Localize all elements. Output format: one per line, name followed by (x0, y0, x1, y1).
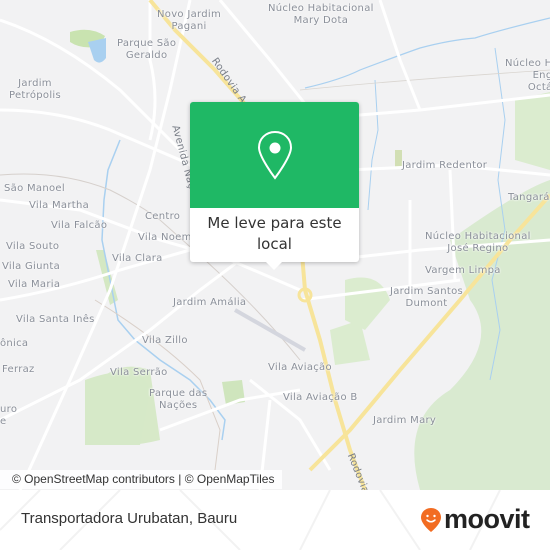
label-vila-martha: Vila Martha (29, 200, 90, 211)
label-parque-sao-geraldo: Parque São Geraldo (117, 38, 177, 61)
park-area (88, 38, 106, 63)
park-area (414, 180, 550, 490)
popup-header[interactable] (190, 102, 359, 208)
stream (367, 79, 379, 211)
label-sao-manoel: São Manoel (4, 183, 65, 194)
moovit-logo[interactable]: moovit (420, 504, 530, 535)
label-ferraz: Ferraz (2, 364, 35, 375)
label-centro: Centro (145, 211, 181, 222)
label-jardim-amalia: Jardim Amália (173, 297, 247, 308)
label-vila-aviacao-b: Vila Aviação B (283, 392, 358, 403)
label-vila-santa-ines: Vila Santa Inês (16, 314, 95, 325)
label-vila-giunta: Vila Giunta (2, 261, 61, 272)
label-vila-clara: Vila Clara (112, 253, 163, 264)
place-title: Transportadora Urubatan, Bauru (21, 510, 238, 527)
label-parque-das-nacoes: Parque das Nações (149, 388, 208, 411)
label-jardim-petropolis: Jardim Petrópolis (9, 78, 61, 101)
label-ouro: uro e (0, 404, 18, 427)
label-nucleo-mary-dota: Núcleo Habitacional Mary Dota (268, 3, 374, 26)
park-area (395, 150, 402, 168)
label-jardim-santos-dumont: Jardim Santos Dumont (390, 286, 464, 309)
map-attribution[interactable]: © OpenStreetMap contributors | © OpenMap… (0, 470, 283, 489)
park-area (85, 372, 150, 445)
label-tangara: Tangará (508, 192, 550, 203)
label-novo-jardim-pagani: Novo Jardim Pagani (157, 9, 221, 32)
map-view[interactable]: Novo Jardim Pagani Núcleo Habitacional Mar… (0, 0, 550, 490)
popup-action-label[interactable]: Me leve para este local (190, 208, 359, 255)
label-vila-falcao: Vila Falcão (51, 220, 108, 231)
popup-pointer (266, 262, 282, 270)
label-vila-maria: Vila Maria (8, 279, 61, 290)
footer-bar: Transportadora Urubatan, Bauru moovit (0, 490, 550, 550)
label-vargem-limpa: Vargem Limpa (425, 265, 501, 276)
label-nucleo-eng-octavio: Núcleo H Eng Octá (505, 58, 550, 93)
park-area (345, 277, 390, 330)
label-vila-noemia: Vila Noem (138, 232, 192, 243)
label-vila-serrao: Vila Serrão (110, 367, 168, 378)
label-vila-aviacao: Vila Aviação (268, 362, 332, 373)
label-vila-zillo: Vila Zillo (142, 335, 188, 346)
location-popup[interactable]: Me leve para este local (190, 102, 359, 270)
label-jardim-redentor: Jardim Redentor (402, 160, 488, 171)
label-veronica: ônica (0, 338, 29, 349)
brand-name: moovit (444, 504, 530, 534)
label-jardim-mary: Jardim Mary (373, 415, 437, 426)
label-vila-souto: Vila Souto (6, 241, 60, 252)
map-pin-icon (257, 130, 292, 180)
airport-runway (234, 308, 306, 352)
park-area (515, 92, 550, 170)
label-nucleo-jose-regino: Núcleo Habitacional José Regino (425, 231, 531, 254)
moovit-pin-icon (421, 507, 441, 532)
